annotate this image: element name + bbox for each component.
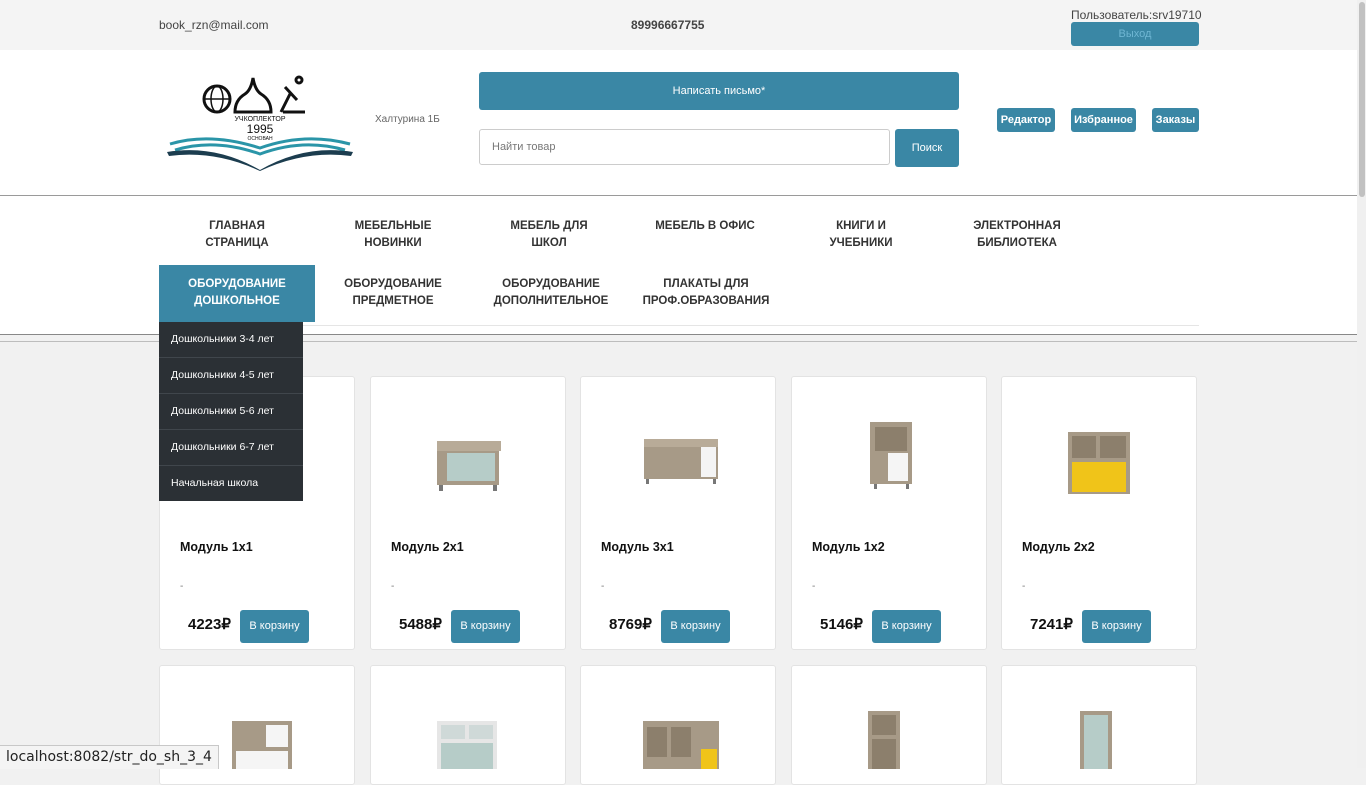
product-card[interactable]: Модуль 1х2 - 5146₽ В корзину — [791, 376, 987, 650]
product-desc: - — [601, 581, 605, 592]
search-button[interactable]: Поиск — [895, 129, 959, 167]
submenu-item-3-4[interactable]: Дошкольники 3-4 лет — [159, 322, 303, 358]
write-letter-button[interactable]: Написать письмо* — [479, 72, 959, 110]
contact-phone: 89996667755 — [631, 18, 705, 32]
product-price: 5488₽ — [399, 616, 442, 633]
product-image[interactable] — [230, 721, 294, 769]
site-logo[interactable]: УЧКОПЛЕКТОР 1995 ОСНОВАН — [165, 72, 355, 172]
add-to-cart-button[interactable]: В корзину — [451, 610, 520, 643]
submenu-item-5-6[interactable]: Дошкольники 5-6 лет — [159, 394, 303, 430]
top-bar: book_rzn@mail.com 89996667755 Пользовате… — [0, 0, 1366, 50]
product-title[interactable]: Модуль 2х1 — [391, 540, 464, 554]
product-image[interactable] — [419, 417, 519, 497]
product-desc: - — [391, 581, 395, 592]
menu-item-subject-equipment[interactable]: Оборудование предметное — [315, 276, 471, 310]
main-menu: Главная страница Мебельные новинки Мебель … — [0, 196, 1366, 335]
status-bar-url: localhost:8082/str_do_sh_3_4 — [0, 745, 219, 769]
editor-button[interactable]: Редактор — [997, 108, 1055, 132]
submenu-item-primary-school[interactable]: Начальная школа — [159, 466, 303, 501]
menu-item-posters[interactable]: Плакаты для проф.образования — [631, 276, 781, 310]
submenu-item-6-7[interactable]: Дошкольники 6-7 лет — [159, 430, 303, 466]
product-card[interactable]: Модуль 3х1 - 8769₽ В корзину — [580, 376, 776, 650]
add-to-cart-button[interactable]: В корзину — [1082, 610, 1151, 643]
product-image[interactable] — [641, 721, 721, 769]
menu-divider — [159, 325, 1199, 326]
menu-item-books[interactable]: Книги и учебники — [783, 218, 939, 252]
product-title[interactable]: Модуль 1х1 — [180, 540, 253, 554]
logo-year: 1995 — [247, 122, 274, 136]
product-price: 5146₽ — [820, 616, 863, 633]
logo-founded: ОСНОВАН — [247, 136, 273, 142]
add-to-cart-button[interactable]: В корзину — [661, 610, 730, 643]
logout-button[interactable]: Выход — [1071, 22, 1199, 46]
product-price: 7241₽ — [1030, 616, 1073, 633]
product-card[interactable] — [580, 665, 776, 785]
product-card[interactable]: Модуль 2х1 - 5488₽ В корзину — [370, 376, 566, 650]
product-title[interactable]: Модуль 3х1 — [601, 540, 674, 554]
product-image[interactable] — [1050, 417, 1150, 497]
product-card[interactable] — [1001, 665, 1197, 785]
product-title[interactable]: Модуль 1х2 — [812, 540, 885, 554]
product-price: 4223₽ — [188, 616, 231, 633]
scrollbar-thumb[interactable] — [1359, 2, 1365, 197]
menu-item-additional-equipment[interactable]: Оборудование дополнительное — [471, 276, 631, 310]
microscope-icon — [279, 85, 305, 114]
menu-item-e-library[interactable]: Электронная библиотека — [939, 218, 1095, 252]
product-desc: - — [812, 581, 816, 592]
menu-item-office-furniture[interactable]: Мебель в офис — [627, 218, 783, 235]
site-header: УЧКОПЛЕКТОР 1995 ОСНОВАН Халтурина 1Б На… — [0, 50, 1366, 196]
product-price: 8769₽ — [609, 616, 652, 633]
product-card[interactable]: Модуль 2х2 - 7241₽ В корзину — [1001, 376, 1197, 650]
menu-item-school-furniture[interactable]: Мебель для школ — [471, 218, 627, 252]
add-to-cart-button[interactable]: В корзину — [872, 610, 941, 643]
menu-item-preschool-equipment[interactable]: Оборудование дошкольное — [159, 265, 315, 322]
book-flame-icon — [233, 77, 273, 114]
menu-item-new-furniture[interactable]: Мебельные новинки — [315, 218, 471, 252]
product-card[interactable] — [370, 665, 566, 785]
favorites-button[interactable]: Избранное — [1071, 108, 1136, 132]
product-image[interactable] — [435, 721, 499, 769]
product-card[interactable] — [791, 665, 987, 785]
product-image[interactable] — [864, 711, 904, 769]
product-desc: - — [180, 581, 184, 592]
store-address: Халтурина 1Б — [375, 114, 440, 125]
menu-item-home[interactable]: Главная страница — [159, 218, 315, 252]
product-image[interactable] — [1076, 711, 1116, 769]
contact-email: book_rzn@mail.com — [159, 18, 269, 32]
product-image[interactable] — [641, 417, 721, 497]
add-to-cart-button[interactable]: В корзину — [240, 610, 309, 643]
product-desc: - — [1022, 581, 1026, 592]
search-input[interactable] — [479, 129, 890, 165]
orders-button[interactable]: Заказы — [1152, 108, 1199, 132]
product-image[interactable] — [840, 417, 940, 497]
product-title[interactable]: Модуль 2х2 — [1022, 540, 1095, 554]
preschool-submenu: Дошкольники 3-4 лет Дошкольники 4-5 лет … — [159, 322, 303, 501]
submenu-item-4-5[interactable]: Дошкольники 4-5 лет — [159, 358, 303, 394]
current-user: Пользователь:srv19710 — [1071, 8, 1202, 22]
